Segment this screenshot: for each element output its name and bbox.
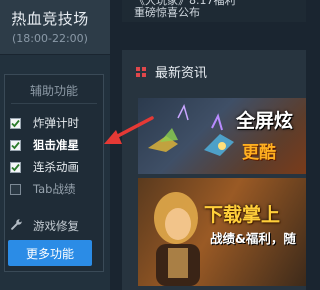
banner-subline: 战绩&福利，随 bbox=[210, 231, 296, 246]
news-title: 最新资讯 bbox=[155, 66, 208, 81]
option-killstreak-anim[interactable]: 连杀动画 bbox=[10, 159, 79, 175]
checkbox-checked-icon[interactable] bbox=[10, 139, 21, 151]
game-repair-link[interactable]: 游戏修复 bbox=[10, 216, 79, 235]
top-news-link[interactable]: 重磅惊喜公布 bbox=[134, 6, 200, 20]
option-label: Tab战绩 bbox=[33, 182, 76, 196]
banner-headline: 下载掌上 bbox=[204, 204, 281, 226]
arena-card[interactable]: 热血竞技场 (18:00-22:00) bbox=[0, 0, 110, 55]
option-label: 炸弹计时 bbox=[33, 116, 79, 130]
left-sidebar: 热血竞技场 (18:00-22:00) 辅助功能 炸弹计时 狙击准星 连杀动画 … bbox=[0, 0, 110, 290]
news-panel: 最新资讯 全屏炫 更酷 下载掌上 战绩&福利，随 bbox=[122, 50, 306, 290]
checkbox-checked-icon[interactable] bbox=[10, 161, 21, 173]
top-news-strip: 《大玩家》8.17福利 重磅惊喜公布 bbox=[122, 0, 306, 22]
option-sniper-crosshair[interactable]: 狙击准星 bbox=[10, 137, 79, 153]
banner-headline: 全屏炫 bbox=[236, 110, 294, 132]
checkbox-checked-icon[interactable] bbox=[10, 117, 21, 129]
news-banner-app[interactable]: 下载掌上 战绩&福利，随 bbox=[138, 178, 306, 286]
arena-title: 热血竞技场 bbox=[11, 10, 89, 28]
assist-title: 辅助功能 bbox=[29, 84, 78, 98]
option-tab-stats[interactable]: Tab战绩 bbox=[10, 181, 75, 197]
news-banner-skin[interactable]: 全屏炫 更酷 bbox=[138, 98, 306, 174]
news-header: 最新资讯 bbox=[136, 62, 207, 81]
more-features-button[interactable]: 更多功能 bbox=[8, 240, 92, 266]
option-bomb-timer[interactable]: 炸弹计时 bbox=[10, 115, 79, 131]
banner-subline: 更酷 bbox=[242, 143, 276, 163]
option-label: 连杀动画 bbox=[33, 160, 79, 174]
checkbox-unchecked-icon[interactable] bbox=[10, 183, 21, 195]
arena-time: (18:00-22:00) bbox=[12, 32, 88, 45]
wrench-icon bbox=[10, 216, 23, 235]
repair-label: 游戏修复 bbox=[33, 218, 79, 233]
assist-divider bbox=[11, 103, 97, 104]
grid-icon bbox=[136, 66, 146, 77]
option-label: 狙击准星 bbox=[33, 138, 79, 152]
